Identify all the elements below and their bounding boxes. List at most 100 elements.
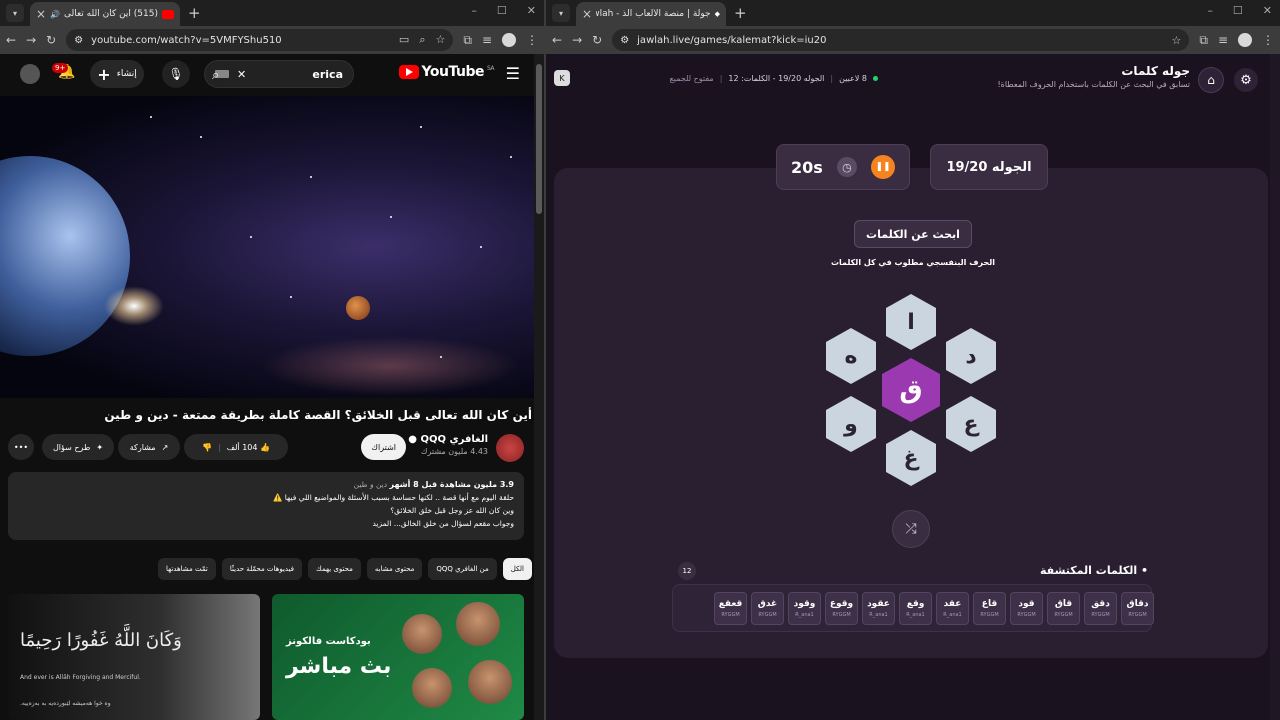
speaker-icon[interactable]: 🔊	[50, 10, 60, 19]
settings-gear-icon[interactable]: ⚙	[1234, 68, 1258, 92]
video-thumbnail[interactable]: وَكَانَ اللَّهُ غَفُورًا رَحِيمًا And ev…	[8, 594, 260, 720]
description-line: وين كان الله عز وجل قبل خلق الخلائق؟	[390, 506, 514, 515]
back-icon[interactable]: ←	[552, 33, 562, 47]
reload-icon[interactable]: ↻	[46, 33, 56, 47]
subscribe-button[interactable]: اشتراك	[361, 434, 406, 460]
description-box[interactable]: 3.9 مليون مشاهدة قبل 8 أشهر دين و طين حل…	[8, 472, 524, 540]
address-toolbar: ← → ↻ ⚙ jawlah.live/games/kalemat?kick=i…	[546, 26, 1280, 54]
scrollbar-thumb[interactable]	[536, 64, 542, 214]
zoom-icon[interactable]: ⌕	[419, 33, 425, 47]
tab-close-icon[interactable]: ×	[582, 7, 592, 21]
share-button[interactable]: ↗ مشاركة	[118, 434, 180, 460]
more-actions-button[interactable]: •••	[8, 434, 34, 460]
ask-button[interactable]: ✦ طرح سؤال	[42, 434, 114, 460]
thumbnail-live-text: بث مباشر	[286, 654, 392, 679]
video-player[interactable]	[0, 96, 534, 398]
youtube-header: ☰ YouTube SA ✕ erica ⌕ 🎙 + إنشاء 🔔 9+	[0, 54, 534, 94]
youtube-logo[interactable]: YouTube SA	[398, 64, 495, 80]
new-tab-button[interactable]: +	[734, 4, 747, 22]
browser-tab-youtube[interactable]: (515) أين كان الله تعالى قبل ا... 🔊 ×	[30, 2, 180, 26]
address-bar[interactable]: ⚙ jawlah.live/games/kalemat?kick=iu20 ☆	[612, 29, 1190, 51]
pause-button[interactable]: ❚❚	[870, 155, 895, 179]
chip-for-you[interactable]: محتوى يهمك	[308, 558, 361, 580]
search-input[interactable]: ✕ erica	[204, 60, 354, 88]
minimize-button[interactable]: –	[471, 4, 477, 17]
voice-search-button[interactable]: 🎙	[162, 60, 190, 88]
search-icon[interactable]: ⌕	[212, 68, 219, 83]
address-bar[interactable]: ⚙ youtube.com/watch?v=5VMFYShu510 ▭ ⌕ ☆	[66, 29, 454, 51]
home-icon[interactable]: ⌂	[1198, 67, 1224, 93]
reading-list-icon[interactable]: ≡	[1218, 33, 1228, 47]
tab-search-button[interactable]: ▾	[552, 4, 570, 22]
profile-avatar[interactable]	[1238, 33, 1252, 47]
bookmark-star-icon[interactable]: ☆	[435, 33, 445, 47]
found-words-list: دقاق RYGGM دقق RYGGM قاق RYGGM قود RYGGM قاع RYGG…	[714, 592, 1154, 625]
tab-search-button[interactable]: ▾	[6, 4, 24, 22]
page-scrollbar[interactable]	[1270, 54, 1280, 720]
channel-name: الغافري QQQ	[420, 434, 488, 445]
channel-avatar[interactable]	[496, 434, 524, 462]
minimize-button[interactable]: –	[1207, 4, 1213, 17]
chip-from-channel[interactable]: من الغافري QQQ	[428, 558, 497, 580]
found-word-tile: قاق RYGGM	[1047, 592, 1080, 625]
description-line: حلقة اليوم مع أنها قصة .. لكنها حساسة بس…	[273, 493, 514, 502]
recommended-videos: وَكَانَ اللَّهُ غَفُورًا رَحِيمًا And ev…	[8, 594, 524, 720]
show-more-link[interactable]: المزيد	[372, 519, 391, 528]
shuffle-button[interactable]: ⤮	[892, 510, 930, 548]
back-icon[interactable]: ←	[6, 33, 16, 47]
site-info-icon[interactable]: ⚙	[620, 35, 629, 46]
close-window-button[interactable]: ✕	[1263, 4, 1272, 17]
found-word-user: R_ana1	[869, 612, 888, 618]
filter-chips: الكل من الغافري QQQ محتوى مشابه محتوى يه…	[157, 558, 532, 580]
menu-icon[interactable]: ⋮	[526, 33, 538, 47]
video-thumbnail[interactable]: بودكاست فالكونز بث مباشر	[272, 594, 524, 720]
found-word: وقود	[793, 599, 816, 609]
dislike-button[interactable]: 👎	[202, 443, 212, 452]
subscriber-count: 4.43 مليون مشترك	[420, 447, 488, 456]
subscribe-label: اشتراك	[371, 442, 396, 452]
found-word-tile: دقاق RYGGM	[1121, 592, 1154, 625]
region-code: SA	[486, 64, 495, 72]
found-word-user: RYGGM	[1054, 612, 1073, 618]
hamburger-menu-icon[interactable]: ☰	[506, 64, 520, 83]
kick-logo-icon[interactable]: K	[554, 70, 570, 86]
player-count: 8 لاعبين	[839, 74, 867, 83]
chip-watched[interactable]: تمّت مشاهدتها	[157, 558, 216, 580]
reading-list-icon[interactable]: ≡	[482, 33, 492, 47]
close-window-button[interactable]: ✕	[527, 4, 536, 17]
maximize-button[interactable]: ☐	[1233, 4, 1243, 17]
purple-letter-hint: الحرف البنفسجي مطلوب في كل الكلمات	[830, 258, 995, 267]
profile-avatar[interactable]	[502, 33, 516, 47]
chip-all[interactable]: الكل	[502, 558, 532, 580]
reload-icon[interactable]: ↻	[592, 33, 602, 47]
chip-recently-uploaded[interactable]: فيديوهات محمّلة حديثًا	[221, 558, 303, 580]
nebula-glow	[260, 336, 520, 396]
extensions-icon[interactable]: ⧉	[1199, 33, 1208, 48]
cast-icon[interactable]: ▭	[399, 33, 409, 47]
site-info-icon[interactable]: ⚙	[74, 35, 83, 46]
forward-icon[interactable]: →	[26, 33, 36, 47]
channel-info[interactable]: الغافري QQQ ● 4.43 مليون مشترك	[408, 434, 488, 456]
found-word-tile: وقود R_ana1	[788, 592, 821, 625]
new-tab-button[interactable]: +	[188, 4, 201, 22]
video-title: أين كان الله تعالى قبل الخلائق؟ القصة كا…	[104, 408, 532, 422]
found-word-user: RYGGM	[980, 612, 999, 618]
browser-tab-jawlah[interactable]: ◆ جولة | منصة الألعاب الذ - Jawlah ×	[576, 2, 726, 26]
create-label: إنشاء	[116, 69, 137, 79]
user-avatar[interactable]	[20, 64, 40, 84]
tab-close-icon[interactable]: ×	[36, 7, 46, 21]
chip-related[interactable]: محتوى مشابه	[366, 558, 423, 580]
create-button[interactable]: + إنشاء	[90, 60, 144, 88]
maximize-button[interactable]: ☐	[497, 4, 507, 17]
like-button[interactable]: 👍 104 ألف	[227, 443, 270, 452]
found-word: عقد	[943, 599, 962, 609]
address-toolbar: ← → ↻ ⚙ youtube.com/watch?v=5VMFYShu510 …	[0, 26, 544, 54]
found-word: قود	[1018, 599, 1035, 609]
tab-title: (515) أين كان الله تعالى قبل ا...	[64, 9, 158, 19]
extensions-icon[interactable]: ⧉	[463, 33, 472, 48]
page-scrollbar[interactable]	[534, 54, 544, 720]
clear-search-icon[interactable]: ✕	[237, 68, 246, 81]
menu-icon[interactable]: ⋮	[1262, 33, 1274, 47]
forward-icon[interactable]: →	[572, 33, 582, 47]
bookmark-star-icon[interactable]: ☆	[1171, 34, 1181, 47]
